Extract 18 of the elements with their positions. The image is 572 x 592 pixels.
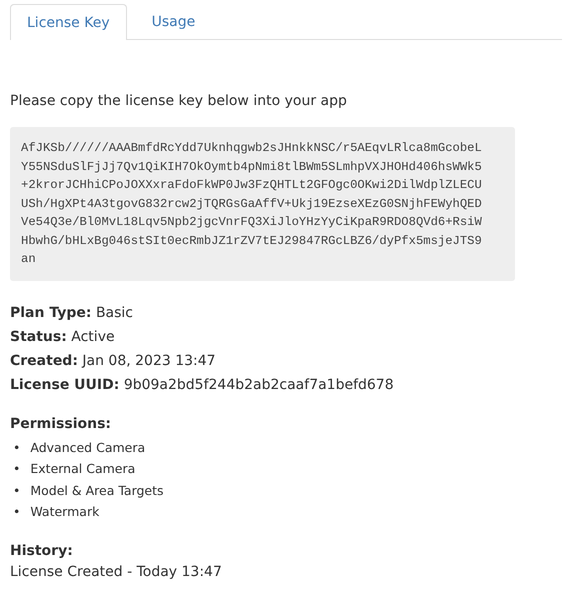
tab[interactable]: License Key [10,4,127,40]
permission-item: Advanced Camera [30,438,146,456]
history-heading: History: [10,542,74,560]
permissions-heading: Permissions: [10,414,112,434]
instruction-text: Please copy the license key below into your app [10,93,348,109]
detail-line: Created: Jan 08, 2023 13:47 [10,352,217,370]
permission-item: External Camera [30,460,136,478]
detail-line: Status: Active [10,328,116,346]
bullet: • [12,482,20,500]
detail-line: Plan Type: Basic [10,304,134,322]
bullet: • [12,438,20,456]
history-entry: License Created - Today 13:47 [10,562,223,582]
permission-item: Watermark [30,503,100,521]
detail-line: License UUID: 9b09a2bd5f244b2ab2caaf7a1befd678 [10,376,395,394]
bullet: • [12,503,20,521]
permission-item: Model & Area Targets [30,482,164,500]
license-key-block: AfJKSb//////AAABmfdRcYdd7Uknhqgwb2sJHnkkNSC/r5AEqvLRlca8mGcobeL Y55NSduSlFjJj7Qv1QiKIH7OkOymtb4pNmi8tlBWm5SLmhpVXJHOHd406hsWWk5 +2krorJCHhiCPoJOXXxraFdoFkWP0Jw3FzQHTLt2GFOgc0OKwi2DilWdplZLECU USh/HgXPt4A3tgovG832rcw2jTQRGsGaAffV+Ukj19EzseXEzG0SNjhFEWyhQED Ve54Q3e/Bl0MvL18Lqv5Npb2jgcVnrFQ3XiJloYHzYyCiKpaR9RDO8QVd6+RsiW HbwhG/bHLxBg046stSIt0ecRmbJZ1rZV7tEJ29847RGcLBZ6/dyPfx5msjeJTS9 an [10,127,515,280]
bullet: • [12,460,20,478]
